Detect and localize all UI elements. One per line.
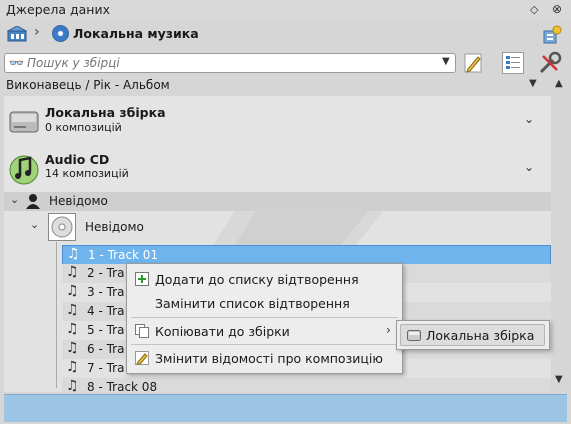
list-view-icon <box>506 56 520 69</box>
menu-item-copy-to-collection[interactable]: Копіювати до збірки › <box>128 320 401 342</box>
music-note-icon: ♫ <box>66 340 79 356</box>
tree-guide-line <box>56 242 57 388</box>
breadcrumb-item-local-music[interactable]: Локальна музика <box>73 26 199 41</box>
chevron-down-icon[interactable]: ⌄ <box>524 160 534 174</box>
scrollbar[interactable] <box>553 92 569 388</box>
music-note-icon: ♫ <box>66 378 79 392</box>
menu-item-label: Замінити список відтворення <box>155 296 350 311</box>
search-input[interactable] <box>27 55 432 71</box>
configure-sources-icon[interactable] <box>542 25 562 45</box>
chevron-down-icon[interactable]: ⌄ <box>30 218 39 231</box>
menu-item-label: Додати до списку відтворення <box>155 272 359 287</box>
breadcrumb: › Локальна музика <box>0 20 571 50</box>
level-selector-label[interactable]: Виконавець / Рік - Альбом <box>6 78 170 92</box>
hard-drive-icon <box>407 330 421 341</box>
panel-titlebar: Джерела даних ◇ ⊗ <box>0 0 571 20</box>
music-note-icon: ♫ <box>66 359 79 375</box>
track-label: 3 - Tra <box>87 285 125 299</box>
submenu-item-label: Локальна збірка <box>426 328 535 343</box>
menu-separator <box>131 344 398 345</box>
tree-album-row[interactable]: ⌄ Невідомо <box>4 212 551 242</box>
chevron-down-icon[interactable]: ⌄ <box>10 193 19 206</box>
view-toggle-icon[interactable] <box>502 52 524 74</box>
submenu-item-local-collection[interactable]: Локальна збірка <box>400 324 545 346</box>
menu-separator <box>131 317 398 318</box>
tree-artist-row[interactable]: ⌄ Невідомо <box>4 192 551 211</box>
disc-icon <box>52 25 69 42</box>
binoculars-icon: 👓 <box>9 56 24 70</box>
collection-title: Audio CD <box>45 152 110 167</box>
artist-label: Невідомо <box>49 194 108 208</box>
menu-item-label: Копіювати до збірки <box>155 324 290 339</box>
music-note-icon: ♫ <box>66 321 79 337</box>
breadcrumb-separator: › <box>34 24 40 40</box>
tools-icon[interactable] <box>537 50 563 76</box>
edit-icon <box>135 351 149 365</box>
chevron-right-icon: › <box>386 323 391 337</box>
copy-icon <box>135 324 149 338</box>
menu-item-label: Змінити відомості про композицію <box>155 351 383 366</box>
bottom-status-bar <box>4 394 567 422</box>
music-note-icon: ♫ <box>66 283 79 299</box>
album-label: Невідомо <box>85 220 144 234</box>
menu-item-edit-track-details[interactable]: Змінити відомості про композицію <box>128 347 401 369</box>
scroll-up-arrow-icon[interactable]: ▲ <box>555 78 563 89</box>
collection-title: Локальна збірка <box>45 105 166 120</box>
track-label: 2 - Tra <box>87 266 125 280</box>
music-note-icon: ♫ <box>67 246 80 262</box>
add-to-playlist-icon <box>135 272 149 286</box>
artist-icon <box>26 194 40 209</box>
close-icon[interactable]: ⊗ <box>552 2 562 16</box>
track-label: 7 - Tra <box>87 361 125 375</box>
track-row[interactable]: ♫ 1 - Track 01 <box>62 245 551 265</box>
chevron-down-icon[interactable]: ⌄ <box>524 112 534 126</box>
music-note-icon: ♫ <box>66 264 79 280</box>
hard-drive-icon <box>9 111 39 133</box>
edit-filter-icon[interactable] <box>462 52 486 74</box>
collections-home-icon[interactable] <box>7 26 27 42</box>
cd-icon <box>51 216 73 238</box>
track-label: 5 - Tra <box>87 323 125 337</box>
album-cover <box>48 213 76 241</box>
collection-subtitle: 0 композицій <box>45 121 122 134</box>
chevron-down-icon[interactable]: ▼ <box>529 78 537 89</box>
track-label: 6 - Tra <box>87 342 125 356</box>
scroll-down-arrow-icon[interactable]: ▼ <box>555 374 563 385</box>
track-label: 1 - Track 01 <box>88 248 159 262</box>
music-note-icon: ♫ <box>66 302 79 318</box>
search-field[interactable]: 👓 ▼ <box>4 53 456 73</box>
track-row[interactable]: ♫ 8 - Track 08 <box>62 378 551 392</box>
submenu-copy-to: Локальна збірка <box>396 320 550 350</box>
track-label: 4 - Tra <box>87 304 125 318</box>
audio-cd-icon <box>9 155 39 185</box>
menu-item-add-to-playlist[interactable]: Додати до списку відтворення <box>128 268 401 290</box>
float-icon[interactable]: ◇ <box>530 3 538 16</box>
panel-title: Джерела даних <box>6 2 110 17</box>
menu-item-replace-playlist[interactable]: Замінити список відтворення <box>128 292 401 314</box>
collection-audio-cd[interactable]: Audio CD 14 композицій ⌄ <box>4 146 551 194</box>
chevron-down-icon[interactable]: ▼ <box>442 56 450 67</box>
collection-local[interactable]: Локальна збірка 0 композицій ⌄ <box>4 98 551 146</box>
context-menu: Додати до списку відтворення Замінити сп… <box>126 263 403 374</box>
collection-subtitle: 14 композицій <box>45 167 129 180</box>
track-label: 8 - Track 08 <box>87 380 158 392</box>
